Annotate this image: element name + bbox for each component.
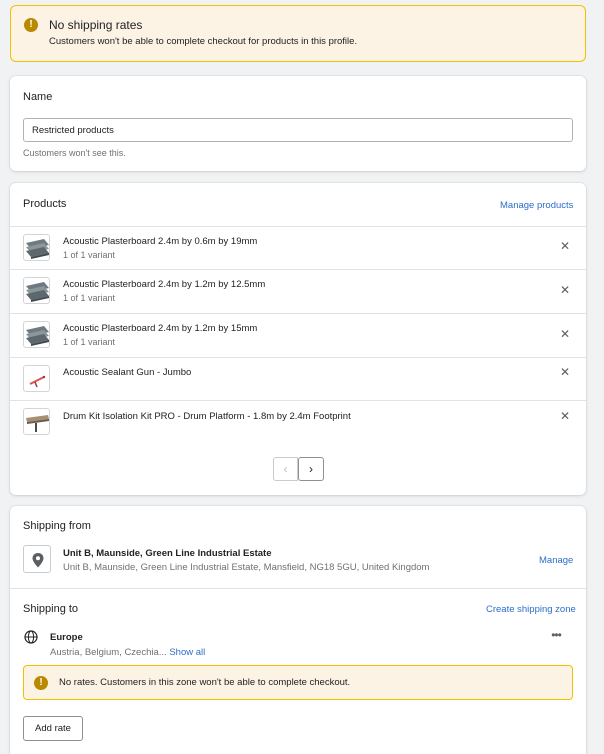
product-row: Acoustic Plasterboard 2.4m by 1.2m by 15… <box>10 313 586 357</box>
remove-product-button[interactable]: ✕ <box>558 365 572 379</box>
name-help-text: Customers won't see this. <box>23 148 126 158</box>
shipping-card: Shipping from Unit B, Maunside, Green Li… <box>10 506 586 754</box>
product-name[interactable]: Drum Kit Isolation Kit PRO - Drum Platfo… <box>63 411 351 422</box>
location-pin-icon <box>23 545 51 573</box>
zone-country-list: Austria, Belgium, Czechia... <box>50 647 167 658</box>
product-row: Acoustic Plasterboard 2.4m by 0.6m by 19… <box>10 226 586 269</box>
name-card: Name Customers won't see this. <box>10 76 586 171</box>
remove-product-button[interactable]: ✕ <box>558 283 572 297</box>
zone-countries: Austria, Belgium, Czechia... Show all <box>50 647 205 658</box>
product-thumbnail <box>23 234 50 261</box>
add-rate-button[interactable]: Add rate <box>23 716 83 741</box>
globe-icon <box>24 630 38 644</box>
shipping-to-title: Shipping to <box>23 603 79 615</box>
location-address: Unit B, Maunside, Green Line Industrial … <box>63 562 430 573</box>
warning-icon: ! <box>24 18 38 32</box>
product-variants: 1 of 1 variant <box>63 293 116 303</box>
no-shipping-rates-banner: ! No shipping rates Customers won't be a… <box>10 5 586 62</box>
product-row: Acoustic Sealant Gun - Jumbo ✕ <box>10 357 586 400</box>
products-title: Products <box>23 198 67 210</box>
product-row: Drum Kit Isolation Kit PRO - Drum Platfo… <box>10 400 586 444</box>
pagination-previous-button[interactable]: ‹ <box>273 457 298 481</box>
warning-icon: ! <box>34 676 48 690</box>
create-shipping-zone-link[interactable]: Create shipping zone <box>486 604 576 615</box>
product-name[interactable]: Acoustic Plasterboard 2.4m by 0.6m by 19… <box>63 236 257 247</box>
product-name[interactable]: Acoustic Plasterboard 2.4m by 1.2m by 12… <box>63 279 265 290</box>
plasterboard-image <box>26 239 49 259</box>
remove-product-button[interactable]: ✕ <box>558 409 572 423</box>
product-thumbnail <box>23 321 50 348</box>
product-thumbnail <box>23 365 50 392</box>
plasterboard-image <box>26 282 49 302</box>
name-label: Name <box>23 91 53 103</box>
product-thumbnail <box>23 408 50 435</box>
plasterboard-image <box>26 326 49 346</box>
remove-product-button[interactable]: ✕ <box>558 327 572 341</box>
drum-platform-image <box>26 415 49 432</box>
pagination-next-button[interactable]: › <box>298 457 324 481</box>
remove-product-button[interactable]: ✕ <box>558 239 572 253</box>
zone-no-rates-banner: ! No rates. Customers in this zone won't… <box>23 665 573 700</box>
more-actions-icon[interactable]: ••• <box>548 629 564 642</box>
product-row: Acoustic Plasterboard 2.4m by 1.2m by 12… <box>10 269 586 313</box>
location-name: Unit B, Maunside, Green Line Industrial … <box>63 548 272 559</box>
product-variants: 1 of 1 variant <box>63 337 116 347</box>
sealant-gun-image <box>29 375 46 388</box>
banner-title: No shipping rates <box>49 18 143 32</box>
products-card: Products Manage products Acoustic Plaste… <box>10 183 586 495</box>
product-name[interactable]: Acoustic Plasterboard 2.4m by 1.2m by 15… <box>63 323 257 334</box>
product-name[interactable]: Acoustic Sealant Gun - Jumbo <box>63 367 191 378</box>
manage-products-link[interactable]: Manage products <box>500 200 573 211</box>
manage-location-link[interactable]: Manage <box>539 555 573 566</box>
product-thumbnail <box>23 277 50 304</box>
zone-name: Europe <box>50 632 83 643</box>
show-all-link[interactable]: Show all <box>169 647 205 658</box>
banner-message: Customers won't be able to complete chec… <box>49 36 358 47</box>
zone-warning-text: No rates. Customers in this zone won't b… <box>59 677 351 688</box>
product-variants: 1 of 1 variant <box>63 250 116 260</box>
divider <box>10 588 586 589</box>
profile-name-input[interactable] <box>23 118 573 142</box>
shipping-from-title: Shipping from <box>23 520 91 532</box>
